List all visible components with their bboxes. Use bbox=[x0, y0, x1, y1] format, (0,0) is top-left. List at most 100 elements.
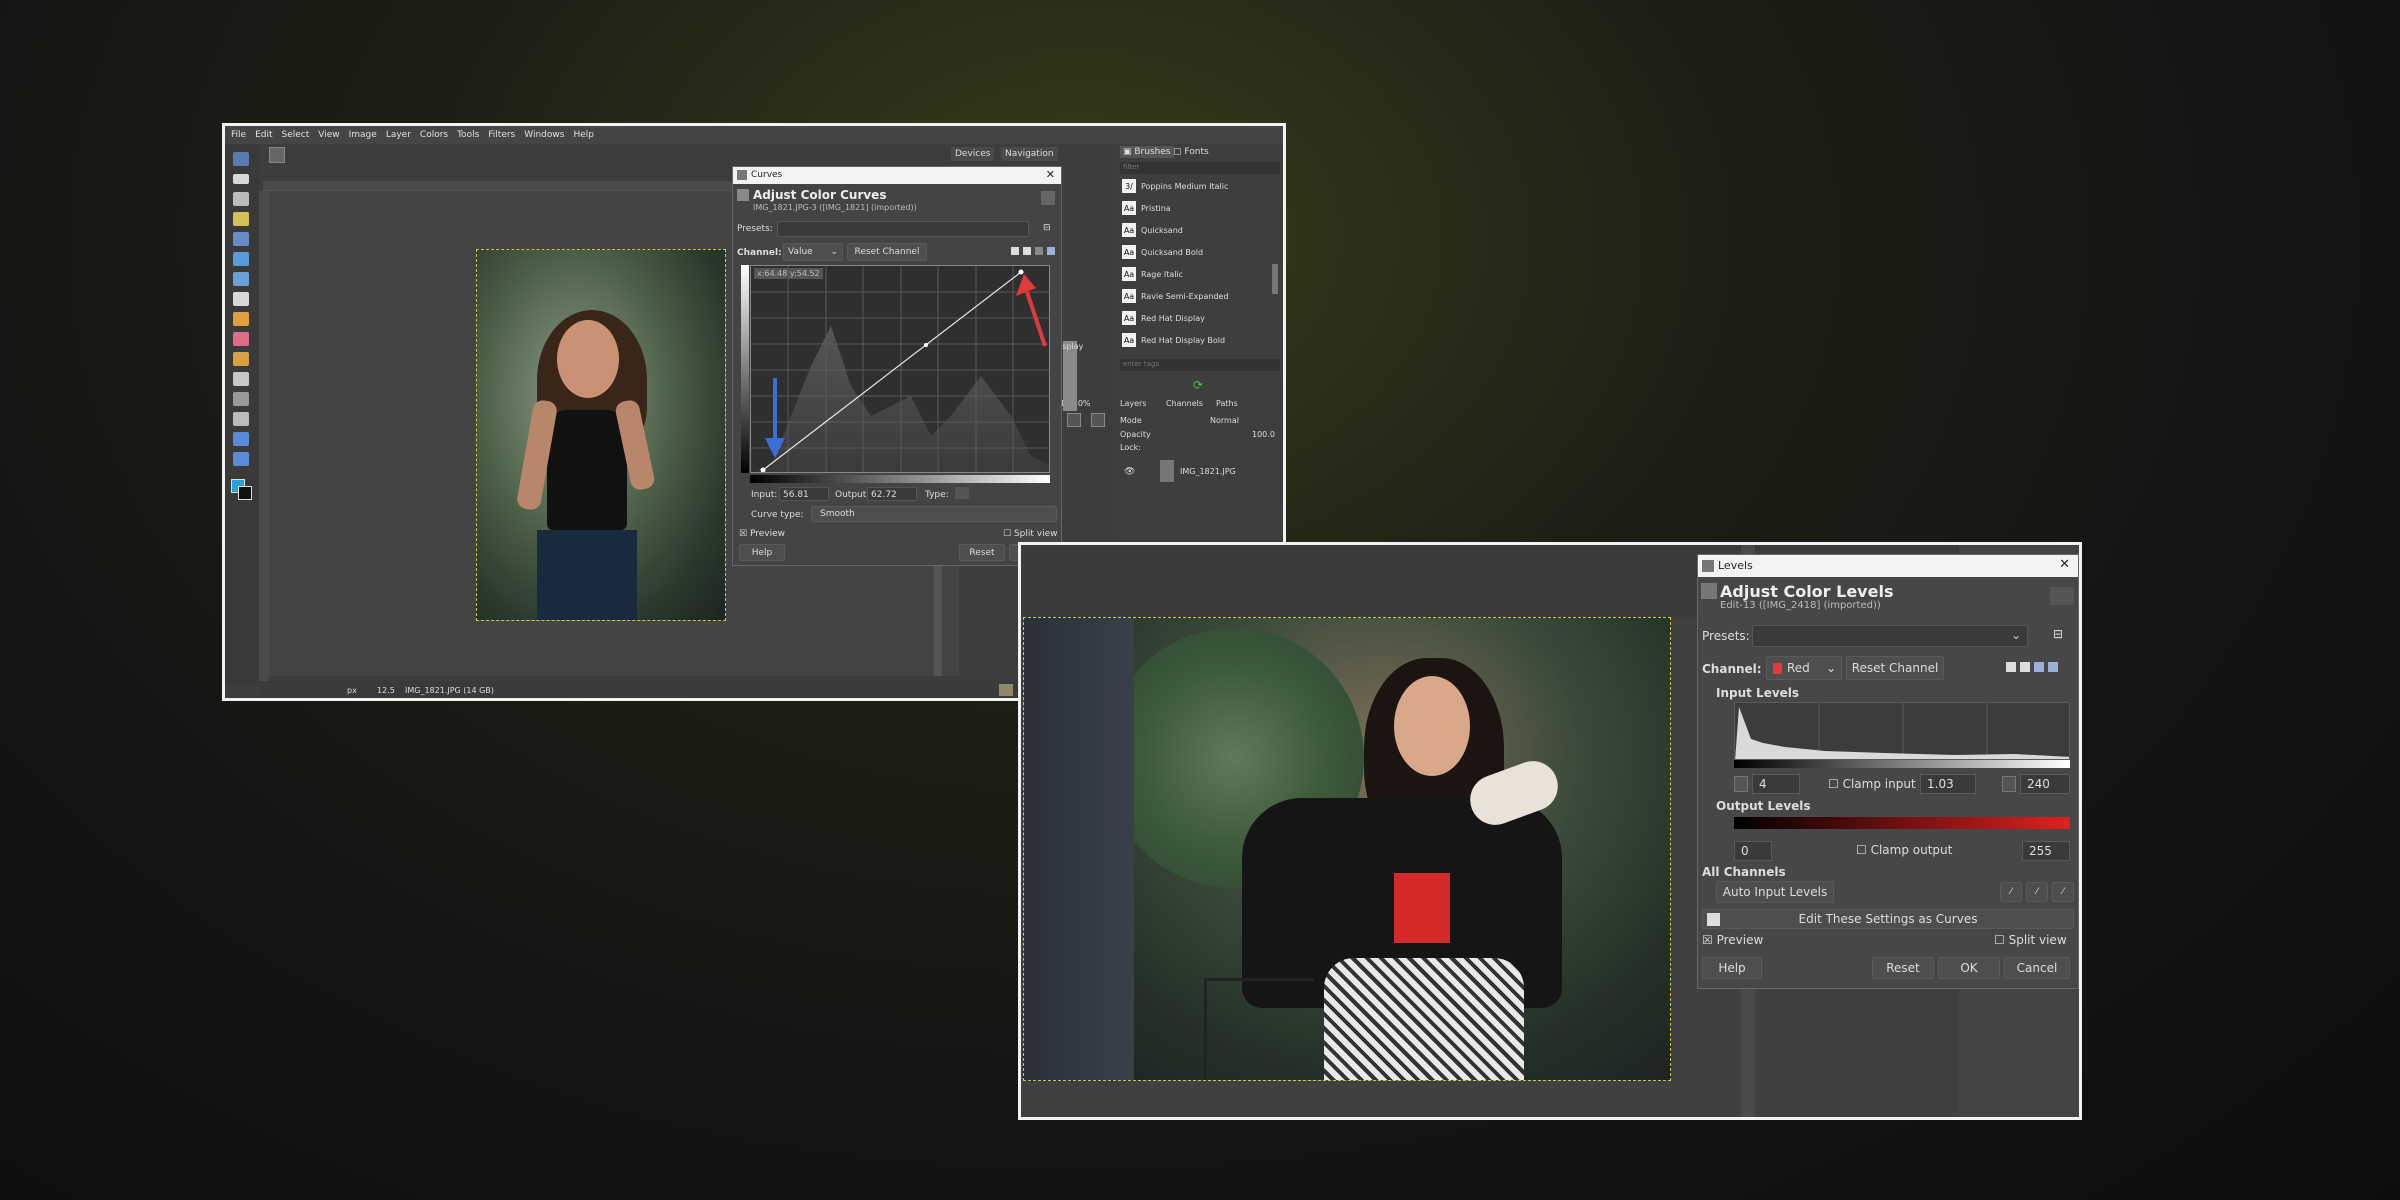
smudge-icon[interactable] bbox=[233, 372, 249, 386]
presets-dropdown[interactable]: ⌄ bbox=[1752, 625, 2028, 647]
close-icon[interactable]: ✕ bbox=[1046, 168, 1055, 181]
menu-help[interactable]: Help bbox=[573, 130, 594, 140]
output-field[interactable]: 62.72 bbox=[867, 487, 917, 501]
tab-paths[interactable]: Paths bbox=[1216, 399, 1238, 408]
tab-channels[interactable]: Channels bbox=[1166, 399, 1203, 408]
tab-fonts[interactable]: ▢ Fonts bbox=[1170, 146, 1212, 158]
font-item[interactable]: Aa Quicksand bbox=[1122, 220, 1277, 240]
unit-select[interactable]: px bbox=[347, 686, 357, 695]
preview-checkbox[interactable]: ☒ Preview bbox=[739, 529, 785, 539]
menu-image[interactable]: Image bbox=[349, 130, 377, 140]
black-point-picker-icon[interactable] bbox=[1734, 776, 1748, 792]
zoom-select[interactable]: 12.5 bbox=[377, 686, 395, 695]
presets-menu-icon[interactable]: ⊟ bbox=[1043, 223, 1051, 233]
text-tool-icon[interactable] bbox=[233, 412, 249, 426]
reset-button[interactable]: Reset bbox=[959, 544, 1005, 561]
canvas-scrollbar[interactable] bbox=[934, 556, 942, 676]
curve-point-white[interactable] bbox=[1018, 269, 1024, 275]
menu-filters[interactable]: Filters bbox=[488, 130, 515, 140]
menu-view[interactable]: View bbox=[318, 130, 339, 140]
font-item[interactable]: Aa Rage Italic bbox=[1122, 264, 1277, 284]
mode-dropdown[interactable]: Normal bbox=[1210, 416, 1239, 425]
presets-dropdown[interactable] bbox=[777, 221, 1029, 237]
curve-point-mid[interactable] bbox=[924, 343, 928, 347]
curve-type-dropdown[interactable]: Smooth bbox=[811, 506, 1057, 522]
point-type-icon[interactable] bbox=[955, 487, 969, 499]
reset-channel-button[interactable]: Reset Channel bbox=[1846, 656, 1944, 680]
font-item[interactable]: Aa Pristina bbox=[1122, 198, 1277, 218]
output-gradient-bar[interactable] bbox=[1734, 817, 2070, 829]
pick-white-icon[interactable]: ⁄ bbox=[2052, 882, 2074, 902]
warp-icon[interactable] bbox=[233, 272, 249, 286]
tab-devices[interactable]: Devices bbox=[951, 147, 995, 161]
linear-histogram-icon[interactable] bbox=[2006, 662, 2016, 672]
pick-black-icon[interactable]: ⁄ bbox=[2000, 882, 2022, 902]
close-icon[interactable]: ✕ bbox=[2059, 557, 2070, 572]
clamp-output-checkbox[interactable]: ☐ Clamp output bbox=[1856, 843, 1952, 857]
graph-mode-icon[interactable] bbox=[1035, 247, 1043, 255]
log-histogram-icon[interactable] bbox=[2020, 662, 2030, 672]
help-button[interactable]: Help bbox=[739, 544, 785, 561]
eraser-icon[interactable] bbox=[233, 332, 249, 346]
menu-colors[interactable]: Colors bbox=[420, 130, 448, 140]
crop-icon[interactable] bbox=[233, 232, 249, 246]
high-output-field[interactable]: 255 bbox=[2022, 841, 2070, 861]
font-item[interactable]: Aa Ravie Semi-Expanded bbox=[1122, 286, 1277, 306]
zoom-fit-icon[interactable] bbox=[1067, 413, 1081, 427]
white-point-picker-icon[interactable] bbox=[2002, 776, 2016, 792]
font-tags-input[interactable]: enter tags bbox=[1120, 359, 1280, 371]
clone-icon[interactable] bbox=[233, 352, 249, 366]
menu-layer[interactable]: Layer bbox=[386, 130, 411, 140]
layer-name[interactable]: IMG_1821.JPG bbox=[1180, 467, 1236, 476]
channel-dropdown[interactable]: Red ⌄ bbox=[1766, 656, 1842, 680]
move-tool-icon[interactable] bbox=[233, 152, 249, 166]
channel-dropdown[interactable]: Value ⌄ bbox=[783, 243, 843, 261]
refresh-icon[interactable]: ⟳ bbox=[1193, 378, 1203, 392]
clamp-input-checkbox[interactable]: ☐ Clamp input bbox=[1828, 777, 1916, 791]
presets-menu-icon[interactable]: ⊟ bbox=[2053, 627, 2063, 641]
low-input-field[interactable]: 4 bbox=[1752, 774, 1800, 794]
font-list-scrollbar[interactable] bbox=[1272, 264, 1278, 294]
tab-navigation[interactable]: Navigation bbox=[1001, 147, 1058, 161]
menu-tools[interactable]: Tools bbox=[457, 130, 479, 140]
path-icon[interactable] bbox=[233, 392, 249, 406]
bucket-fill-icon[interactable] bbox=[233, 292, 249, 306]
graph-mode-alt-icon[interactable] bbox=[1047, 247, 1055, 255]
font-item[interactable]: Aa Quicksand Bold bbox=[1122, 242, 1277, 262]
input-field[interactable]: 56.81 bbox=[779, 487, 829, 501]
linear-histogram-icon[interactable] bbox=[1011, 247, 1019, 255]
font-filter-input[interactable]: filter bbox=[1120, 162, 1280, 174]
reset-channel-button[interactable]: Reset Channel bbox=[847, 243, 927, 261]
edit-as-curves-button[interactable]: Edit These Settings as Curves bbox=[1702, 909, 2074, 929]
auto-input-levels-button[interactable]: Auto Input Levels bbox=[1716, 881, 1834, 903]
zoom-icon[interactable] bbox=[233, 452, 249, 466]
reset-button[interactable]: Reset bbox=[1872, 957, 1934, 979]
color-picker-icon[interactable] bbox=[233, 432, 249, 446]
graph-mode-alt-icon[interactable] bbox=[2048, 662, 2058, 672]
menu-file[interactable]: File bbox=[231, 130, 246, 140]
cancel-button[interactable]: Cancel bbox=[2004, 957, 2070, 979]
font-item[interactable]: 3/Poppins Medium Italic bbox=[1122, 176, 1277, 196]
opacity-value[interactable]: 100.0 bbox=[1252, 430, 1275, 439]
help-button[interactable]: Help bbox=[1702, 957, 1762, 979]
menu-windows[interactable]: Windows bbox=[524, 130, 564, 140]
eye-icon[interactable]: 👁 bbox=[1124, 467, 1135, 477]
split-view-checkbox[interactable]: ☐ Split view bbox=[1994, 933, 2067, 947]
input-gradient-bar[interactable] bbox=[1734, 760, 2070, 768]
preview-checkbox[interactable]: ☒ Preview bbox=[1702, 933, 1763, 947]
font-item[interactable]: Aa Red Hat Display Bold bbox=[1122, 330, 1277, 350]
split-view-checkbox[interactable]: ☐ Split view bbox=[1003, 529, 1057, 539]
bg-color-swatch[interactable] bbox=[238, 486, 252, 500]
tab-brushes[interactable]: ▣ Brushes bbox=[1120, 146, 1174, 158]
menu-select[interactable]: Select bbox=[282, 130, 310, 140]
ok-button[interactable]: OK bbox=[1938, 957, 2000, 979]
paintbrush-icon[interactable] bbox=[233, 312, 249, 326]
image-thumbnail-tab[interactable] bbox=[269, 147, 285, 163]
lasso-icon[interactable] bbox=[233, 192, 249, 206]
font-item[interactable]: Aa Red Hat Display bbox=[1122, 308, 1277, 328]
transform-icon[interactable] bbox=[233, 252, 249, 266]
fuzzy-select-icon[interactable] bbox=[233, 212, 249, 226]
menu-edit[interactable]: Edit bbox=[255, 130, 272, 140]
zoom-fill-icon[interactable] bbox=[1091, 413, 1105, 427]
rect-select-icon[interactable] bbox=[233, 174, 249, 184]
